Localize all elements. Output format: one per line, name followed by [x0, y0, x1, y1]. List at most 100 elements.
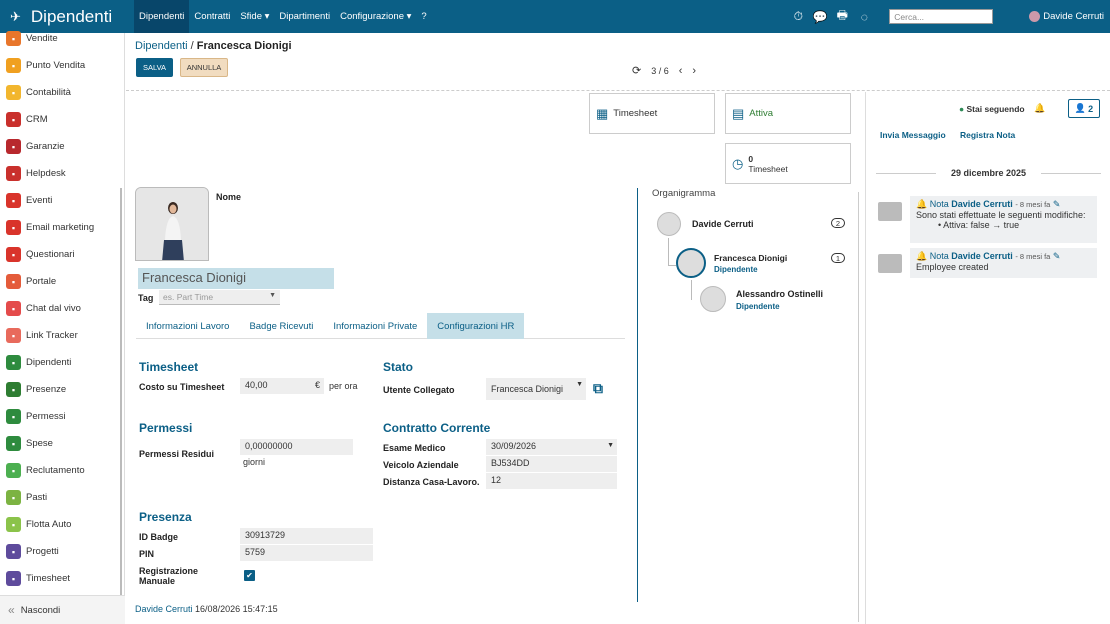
manager-avatar[interactable]: [657, 212, 681, 236]
app-title: Dipendenti: [30, 6, 113, 26]
timesheet-count-button[interactable]: ◷ 0 Timesheet: [725, 143, 851, 184]
sidebar-item-garanzie[interactable]: ▪ Garanzie: [0, 133, 124, 160]
send-message-button[interactable]: Invia Messaggio: [880, 130, 946, 140]
sidebar-item-spese[interactable]: ▪ Spese: [0, 430, 124, 457]
timesheet-smart-button[interactable]: ▦ Timesheet: [589, 93, 715, 134]
menu-sfide[interactable]: Sfide ▾: [235, 0, 274, 33]
chat-bubbles-icon[interactable]: 💬: [809, 10, 831, 24]
external-link-icon[interactable]: ⧉: [593, 380, 603, 397]
edit-icon[interactable]: ✎: [1053, 199, 1061, 209]
followers-button[interactable]: 👤 2: [1068, 99, 1100, 118]
form-sheet: ▦ Timesheet ▤ Attiva ◷ 0 Timesheet Nome …: [126, 92, 862, 624]
sidebar-item-chat-dal-vivo[interactable]: ▪ Chat dal vivo: [0, 295, 124, 322]
log-note-button[interactable]: Registra Nota: [960, 130, 1015, 140]
breadcrumb-parent[interactable]: Dipendenti: [135, 40, 188, 52]
save-button[interactable]: SALVA: [136, 58, 173, 77]
following-label: Stai seguendo: [966, 104, 1025, 114]
sidebar-item-crm[interactable]: ▪ CRM: [0, 106, 124, 133]
sidebar-item-timesheet[interactable]: ▪ Timesheet: [0, 565, 124, 592]
sidebar-item-pasti[interactable]: ▪ Pasti: [0, 484, 124, 511]
log-user[interactable]: Davide Cerruti: [135, 604, 193, 614]
print-icon[interactable]: 🖶: [831, 6, 853, 27]
message-author-avatar[interactable]: [878, 254, 902, 273]
shield-icon: ▪: [6, 139, 21, 154]
menu-dipendenti[interactable]: Dipendenti: [134, 0, 190, 33]
cancel-button[interactable]: ANNULLA: [180, 58, 228, 77]
paper-plane-icon: ▪: [6, 220, 21, 235]
menu-configurazione[interactable]: Configurazione ▾: [335, 0, 416, 33]
sidebar-item-link-tracker[interactable]: ▪ Link Tracker: [0, 322, 124, 349]
sidebar-item-label: Timesheet: [26, 573, 70, 584]
sidebar-item-permessi[interactable]: ▪ Permessi: [0, 403, 124, 430]
name-label: Nome: [216, 192, 242, 202]
employee-name-input[interactable]: Francesca Dionigi: [138, 268, 334, 289]
self-count-badge[interactable]: 1: [831, 253, 845, 263]
tab-informazioni-lavoro[interactable]: Informazioni Lavoro: [136, 313, 239, 339]
reg-manuale-checkbox[interactable]: ✔: [244, 570, 255, 581]
caret-down-icon: ▼: [607, 442, 614, 449]
user-menu[interactable]: Davide Cerruti: [1029, 11, 1104, 22]
tab-informazioni-private[interactable]: Informazioni Private: [323, 313, 427, 339]
subordinate-avatar[interactable]: [700, 286, 726, 312]
sidebar-item-label: Presenze: [26, 384, 67, 395]
check-icon: ✔: [246, 571, 253, 580]
menu-dipartimenti[interactable]: Dipartimenti: [274, 0, 335, 33]
message-1-header: 🔔 Nota Davide Cerruti - 8 mesi fa ✎: [916, 199, 1091, 210]
sidebar-scrollbar[interactable]: [120, 188, 122, 608]
sidebar-item-contabilità[interactable]: ▪ Contabilità: [0, 79, 124, 106]
sidebar-item-label: Vendite: [26, 33, 58, 44]
sidebar-item-questionari[interactable]: ▪ Questionari: [0, 241, 124, 268]
sidebar-item-flotta-auto[interactable]: ▪ Flotta Auto: [0, 511, 124, 538]
costo-input[interactable]: 40,00 €: [240, 378, 324, 394]
self-avatar[interactable]: [676, 248, 706, 278]
manager-name[interactable]: Davide Cerruti: [692, 219, 754, 229]
employee-photo[interactable]: [135, 187, 209, 261]
message-author-avatar[interactable]: [878, 202, 902, 221]
veicolo-input[interactable]: BJ534DD: [486, 456, 617, 472]
message-2-header: 🔔 Nota Davide Cerruti - 8 mesi fa ✎: [916, 251, 1091, 262]
badge-input[interactable]: 30913729: [240, 528, 373, 544]
sidebar-item-label: Link Tracker: [26, 330, 78, 341]
esame-input[interactable]: 30/09/2026 ▼: [486, 439, 617, 455]
bell-icon[interactable]: 🔔: [1034, 103, 1045, 114]
tag-select[interactable]: es. Part Time ▼: [159, 290, 280, 305]
message-author[interactable]: Davide Cerruti: [951, 199, 1013, 209]
pager-next-icon[interactable]: ›: [692, 65, 696, 77]
search-input[interactable]: Cerca...: [889, 9, 994, 24]
sidebar-item-eventi[interactable]: ▪ Eventi: [0, 187, 124, 214]
hide-sidebar-button[interactable]: « Nascondi: [0, 595, 125, 624]
self-name[interactable]: Francesca Dionigi: [714, 253, 787, 263]
calendar-icon: ▦: [596, 105, 609, 121]
pin-input[interactable]: 5759: [240, 545, 373, 561]
sidebar-item-helpdesk[interactable]: ▪ Helpdesk: [0, 160, 124, 187]
pager-prev-icon[interactable]: ‹: [679, 65, 683, 77]
distanza-input[interactable]: 12: [486, 473, 617, 489]
tab-configurazioni-hr[interactable]: Configurazioni HR: [427, 313, 525, 339]
sidebar-item-progetti[interactable]: ▪ Progetti: [0, 538, 124, 565]
menu-contratti[interactable]: Contratti: [189, 0, 235, 33]
refresh-icon[interactable]: ⟳: [632, 64, 641, 77]
sidebar-item-reclutamento[interactable]: ▪ Reclutamento: [0, 457, 124, 484]
sheet-right-border: [858, 192, 859, 622]
manager-count-badge[interactable]: 2: [831, 218, 845, 228]
sidebar-item-dipendenti[interactable]: ▪ Dipendenti: [0, 349, 124, 376]
message-author[interactable]: Davide Cerruti: [951, 251, 1013, 261]
costo-unit: per ora: [329, 381, 358, 391]
menu-help[interactable]: ?: [416, 0, 431, 33]
utente-select[interactable]: Francesca Dionigi ▼: [486, 378, 586, 400]
edit-icon[interactable]: ✎: [1053, 251, 1061, 261]
active-toggle-button[interactable]: ▤ Attiva: [725, 93, 851, 134]
leave-icon: ▪: [6, 409, 21, 424]
following-status[interactable]: ● Stai seguendo: [959, 104, 1025, 114]
sidebar-item-punto-vendita[interactable]: ▪ Punto Vendita: [0, 52, 124, 79]
tab-badge-ricevuti[interactable]: Badge Ricevuti: [239, 313, 323, 339]
sidebar-item-email-marketing[interactable]: ▪ Email marketing: [0, 214, 124, 241]
clock-icon: ▪: [6, 571, 21, 586]
sidebar-item-portale[interactable]: ▪ Portale: [0, 268, 124, 295]
timer-icon[interactable]: ⏱: [787, 9, 809, 24]
person-icon: 👤: [1074, 103, 1087, 113]
sidebar-item-presenze[interactable]: ▪ Presenze: [0, 376, 124, 403]
sidebar-item-vendite[interactable]: ▪ Vendite: [0, 25, 124, 52]
subordinate-name[interactable]: Alessandro Ostinelli: [736, 289, 823, 299]
permessi-input[interactable]: 0,00000000: [240, 439, 353, 455]
